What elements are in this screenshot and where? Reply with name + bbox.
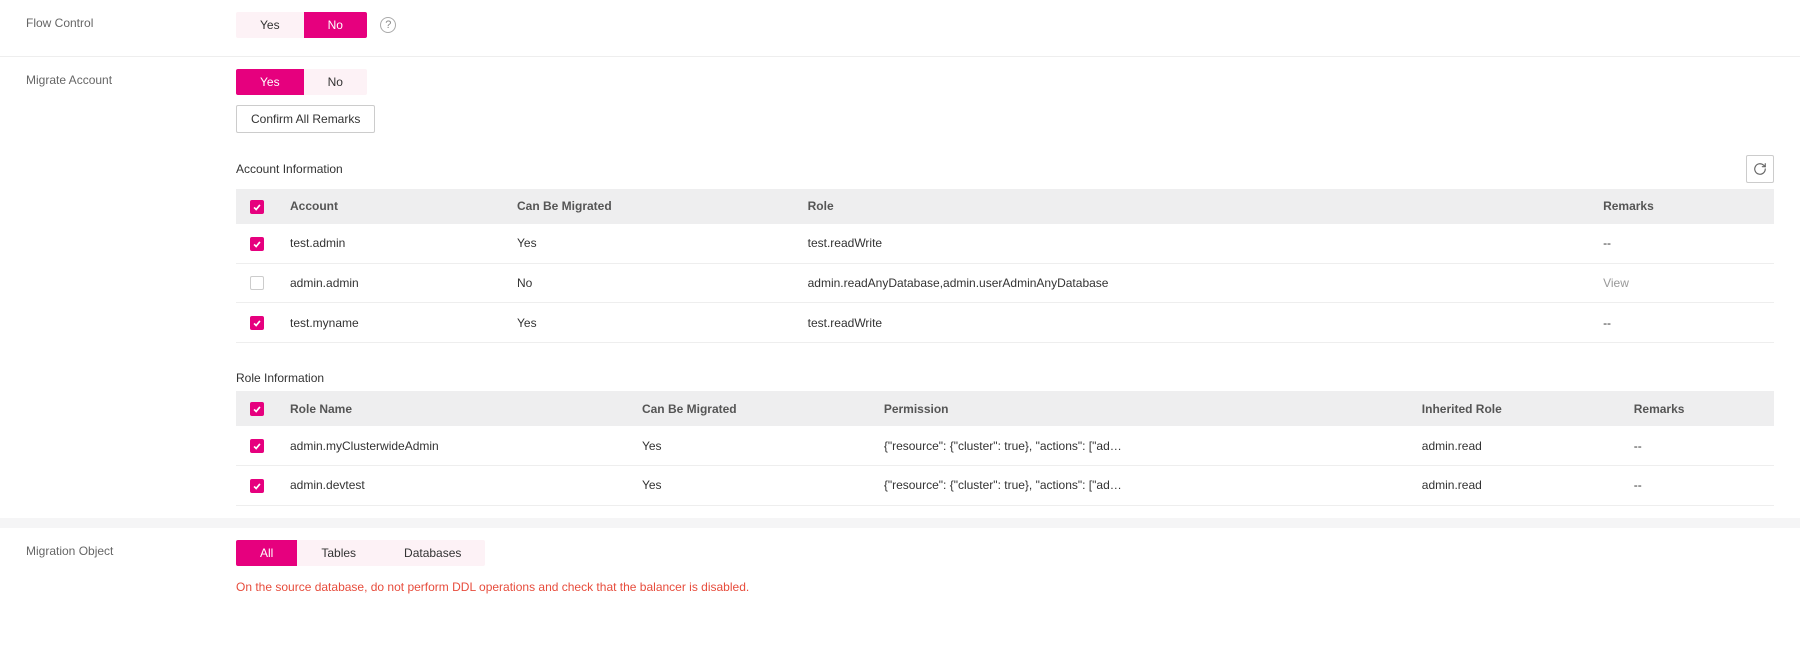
flow-control-toggle: Yes No bbox=[236, 12, 367, 38]
remarks-header: Remarks bbox=[1591, 189, 1774, 224]
migrate-account-label: Migrate Account bbox=[26, 69, 236, 87]
account-cell: admin.admin bbox=[278, 263, 505, 303]
help-icon[interactable]: ? bbox=[380, 17, 396, 33]
role-name-cell: admin.devtest bbox=[278, 465, 630, 505]
row-checkbox[interactable] bbox=[250, 479, 264, 493]
confirm-all-remarks-button[interactable]: Confirm All Remarks bbox=[236, 105, 375, 133]
role-header: Role bbox=[796, 189, 1591, 224]
migration-object-tables[interactable]: Tables bbox=[297, 540, 380, 566]
role-can-cell: Yes bbox=[630, 465, 872, 505]
account-info-title: Account Information bbox=[236, 162, 343, 176]
can-cell: Yes bbox=[505, 303, 796, 343]
select-all-accounts-checkbox[interactable] bbox=[250, 200, 264, 214]
row-checkbox[interactable] bbox=[250, 276, 264, 290]
role-info-title: Role Information bbox=[236, 371, 324, 385]
permission-header: Permission bbox=[872, 391, 1410, 426]
role-cell: test.readWrite bbox=[796, 303, 1591, 343]
account-cell: test.myname bbox=[278, 303, 505, 343]
role-name-cell: admin.myClusterwideAdmin bbox=[278, 426, 630, 465]
refresh-icon bbox=[1753, 162, 1767, 176]
flow-control-label: Flow Control bbox=[26, 12, 236, 30]
table-row: test.adminYestest.readWrite-- bbox=[236, 224, 1774, 263]
migration-object-databases[interactable]: Databases bbox=[380, 540, 485, 566]
permission-cell: {"resource": {"cluster": true}, "actions… bbox=[872, 426, 1410, 465]
table-row: test.mynameYestest.readWrite-- bbox=[236, 303, 1774, 343]
flow-control-section: Flow Control Yes No ? bbox=[0, 0, 1800, 50]
role-can-be-migrated-header: Can Be Migrated bbox=[630, 391, 872, 426]
row-checkbox[interactable] bbox=[250, 237, 264, 251]
inherited-role-header: Inherited Role bbox=[1410, 391, 1622, 426]
migrate-account-yes[interactable]: Yes bbox=[236, 69, 304, 95]
role-info-table: Role Name Can Be Migrated Permission Inh… bbox=[236, 391, 1774, 505]
role-cell: test.readWrite bbox=[796, 224, 1591, 263]
can-cell: Yes bbox=[505, 224, 796, 263]
remarks-cell[interactable]: View bbox=[1591, 263, 1774, 303]
account-header: Account bbox=[278, 189, 505, 224]
row-checkbox[interactable] bbox=[250, 439, 264, 453]
can-be-migrated-header: Can Be Migrated bbox=[505, 189, 796, 224]
migration-warning-text: On the source database, do not perform D… bbox=[236, 580, 1774, 594]
migration-object-toggle: All Tables Databases bbox=[236, 540, 485, 566]
account-info-table: Account Can Be Migrated Role Remarks tes… bbox=[236, 189, 1774, 343]
role-remarks-cell: -- bbox=[1622, 426, 1774, 465]
migration-object-all[interactable]: All bbox=[236, 540, 297, 566]
role-remarks-header: Remarks bbox=[1622, 391, 1774, 426]
role-remarks-cell: -- bbox=[1622, 465, 1774, 505]
table-row: admin.adminNoadmin.readAnyDatabase,admin… bbox=[236, 263, 1774, 303]
role-name-header: Role Name bbox=[278, 391, 630, 426]
migrate-account-no[interactable]: No bbox=[304, 69, 367, 95]
refresh-button[interactable] bbox=[1746, 155, 1774, 183]
account-cell: test.admin bbox=[278, 224, 505, 263]
remarks-cell: -- bbox=[1591, 224, 1774, 263]
select-all-roles-checkbox[interactable] bbox=[250, 402, 264, 416]
permission-cell: {"resource": {"cluster": true}, "actions… bbox=[872, 465, 1410, 505]
remarks-cell: -- bbox=[1591, 303, 1774, 343]
migrate-account-toggle: Yes No bbox=[236, 69, 367, 95]
inherited-cell: admin.read bbox=[1410, 465, 1622, 505]
row-checkbox[interactable] bbox=[250, 316, 264, 330]
role-cell: admin.readAnyDatabase,admin.userAdminAny… bbox=[796, 263, 1591, 303]
inherited-cell: admin.read bbox=[1410, 426, 1622, 465]
migration-object-label: Migration Object bbox=[26, 540, 236, 558]
table-row: admin.myClusterwideAdminYes{"resource": … bbox=[236, 426, 1774, 465]
role-can-cell: Yes bbox=[630, 426, 872, 465]
flow-control-yes[interactable]: Yes bbox=[236, 12, 304, 38]
migrate-account-section: Migrate Account Yes No Confirm All Remar… bbox=[0, 57, 1800, 518]
migration-object-section: Migration Object All Tables Databases On… bbox=[0, 528, 1800, 606]
section-spacer bbox=[0, 518, 1800, 528]
flow-control-no[interactable]: No bbox=[304, 12, 367, 38]
table-row: admin.devtestYes{"resource": {"cluster":… bbox=[236, 465, 1774, 505]
can-cell: No bbox=[505, 263, 796, 303]
